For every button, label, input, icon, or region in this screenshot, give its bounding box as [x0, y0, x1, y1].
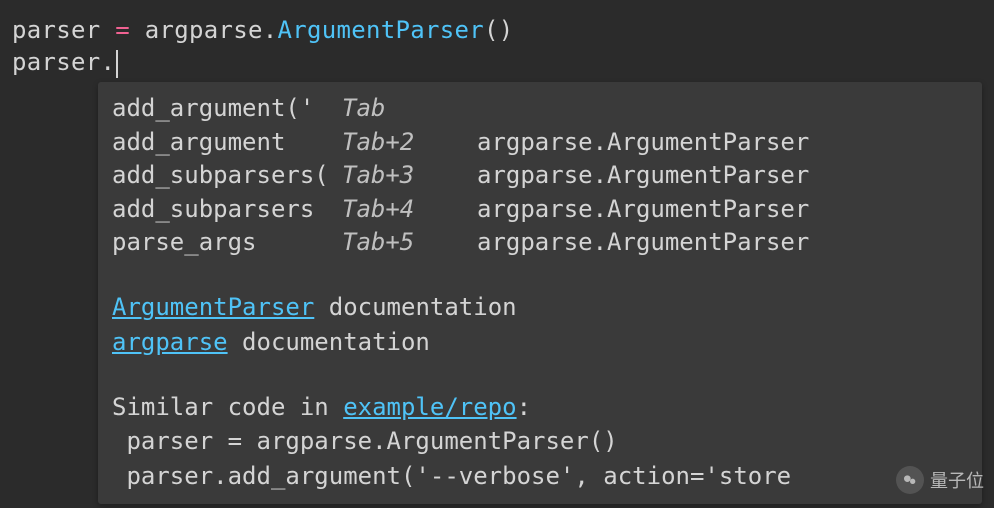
doc-link-suffix: documentation — [314, 293, 516, 321]
documentation-links: ArgumentParser documentationargparse doc… — [112, 290, 968, 360]
completion-origin: argparse.ArgumentParser — [477, 226, 809, 260]
wechat-icon — [896, 466, 924, 494]
text-cursor — [116, 50, 118, 78]
completion-item[interactable]: add_subparsersTab+4argparse.ArgumentPars… — [112, 193, 968, 227]
doc-link-line: ArgumentParser documentation — [112, 290, 968, 325]
doc-link[interactable]: ArgumentParser — [112, 293, 314, 321]
doc-link-line: argparse documentation — [112, 325, 968, 360]
code-line-1: parser = argparse.ArgumentParser() — [12, 14, 982, 46]
similar-code-link[interactable]: example/repo — [343, 393, 516, 421]
token-operator: = — [115, 16, 130, 44]
example-code-line: parser = argparse.ArgumentParser() — [112, 424, 968, 459]
similar-code-prefix: Similar code in — [112, 393, 343, 421]
completion-text: parse_args — [112, 226, 342, 260]
token-var: parser — [12, 48, 101, 76]
completion-text: add_argument(' — [112, 92, 342, 126]
completion-item[interactable]: add_argument('Tab — [112, 92, 968, 126]
completion-shortcut: Tab+2 — [342, 126, 477, 160]
doc-link-suffix: documentation — [228, 328, 430, 356]
completion-shortcut: Tab+4 — [342, 193, 477, 227]
token-module: argparse — [145, 16, 263, 44]
completion-shortcut: Tab+3 — [342, 159, 477, 193]
token-dot: . — [263, 16, 278, 44]
completion-shortcut: Tab — [342, 92, 477, 126]
token-var: parser — [12, 16, 101, 44]
completion-origin: argparse.ArgumentParser — [477, 126, 809, 160]
completion-item[interactable]: parse_argsTab+5argparse.ArgumentParser — [112, 226, 968, 260]
token-space — [130, 16, 145, 44]
autocomplete-popup[interactable]: add_argument('Tabadd_argumentTab+2argpar… — [98, 82, 982, 504]
watermark-text: 量子位 — [930, 467, 984, 493]
completion-item[interactable]: add_argumentTab+2argparse.ArgumentParser — [112, 126, 968, 160]
watermark: 量子位 — [896, 466, 984, 494]
token-class: ArgumentParser — [278, 16, 485, 44]
completion-origin: argparse.ArgumentParser — [477, 159, 809, 193]
token-dot: . — [101, 48, 116, 76]
completion-text: add_subparsers — [112, 193, 342, 227]
similar-code-block: Similar code in example/repo: parser = a… — [112, 390, 968, 494]
completion-item[interactable]: add_subparsers(Tab+3argparse.ArgumentPar… — [112, 159, 968, 193]
doc-link[interactable]: argparse — [112, 328, 228, 356]
example-code-line: parser.add_argument('--verbose', action=… — [112, 459, 968, 494]
token-space — [101, 16, 116, 44]
completion-text: add_argument — [112, 126, 342, 160]
code-line-2[interactable]: parser. — [12, 46, 982, 78]
completion-shortcut: Tab+5 — [342, 226, 477, 260]
token-paren: () — [484, 16, 514, 44]
completion-origin: argparse.ArgumentParser — [477, 193, 809, 227]
similar-code-suffix: : — [517, 393, 531, 421]
completion-text: add_subparsers( — [112, 159, 342, 193]
